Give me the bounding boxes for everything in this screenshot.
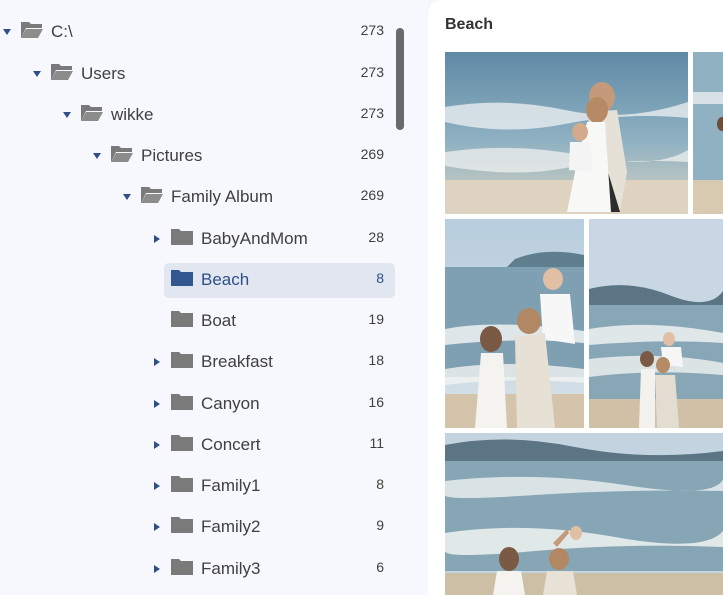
tree-item-label: Pictures bbox=[141, 146, 203, 165]
photo-thumbnail[interactable] bbox=[693, 52, 723, 214]
photo-thumbnail[interactable] bbox=[589, 219, 723, 428]
tree-item-label: wikke bbox=[111, 105, 154, 124]
tree-scrollbar-thumb[interactable] bbox=[396, 28, 404, 130]
gallery-pane: Beach bbox=[428, 0, 723, 595]
tree-item-label: Family1 bbox=[201, 476, 261, 495]
tree-item-boat[interactable]: Boat 19 bbox=[0, 303, 408, 339]
chevron-down-icon[interactable] bbox=[90, 138, 104, 174]
folder-icon bbox=[171, 559, 193, 575]
photo-thumbnail[interactable] bbox=[445, 52, 688, 214]
photo-thumbnail[interactable] bbox=[445, 219, 584, 428]
item-count: 18 bbox=[368, 352, 384, 368]
tree-item-breakfast[interactable]: Breakfast 18 bbox=[0, 344, 408, 380]
tree-item-family1[interactable]: Family1 8 bbox=[0, 468, 408, 504]
tree-item-family3[interactable]: Family3 6 bbox=[0, 551, 408, 587]
chevron-right-icon[interactable] bbox=[150, 221, 164, 257]
tree-item-label: Breakfast bbox=[201, 352, 273, 371]
tree-item-babyandmom[interactable]: BabyAndMom 28 bbox=[0, 221, 408, 257]
tree-item-label: Family Album bbox=[171, 187, 274, 206]
item-count: 9 bbox=[376, 517, 384, 533]
item-count: 28 bbox=[368, 229, 384, 245]
item-count: 273 bbox=[360, 22, 384, 38]
item-count: 16 bbox=[368, 394, 384, 410]
tree-item-label: Concert bbox=[201, 435, 261, 454]
tree-item-wikke[interactable]: wikke 273 bbox=[0, 97, 408, 133]
folder-tree: C:\ 273 Users 273 wikke 273 Pictures 269… bbox=[0, 0, 428, 595]
folder-open-icon bbox=[81, 105, 103, 121]
tree-item-family-album[interactable]: Family Album 269 bbox=[0, 179, 408, 215]
tree-item-label: BabyAndMom bbox=[201, 229, 308, 248]
item-count: 269 bbox=[360, 187, 384, 203]
tree-item-label: Family3 bbox=[201, 559, 261, 578]
item-count: 8 bbox=[376, 476, 384, 492]
tree-item-canyon[interactable]: Canyon 16 bbox=[0, 386, 408, 422]
item-count: 269 bbox=[360, 146, 384, 162]
folder-icon bbox=[171, 435, 193, 451]
tree-item-beach[interactable]: Beach 8 bbox=[0, 262, 408, 298]
folder-icon bbox=[171, 311, 193, 327]
tree-item-family2[interactable]: Family2 9 bbox=[0, 509, 408, 545]
folder-icon bbox=[171, 476, 193, 492]
chevron-down-icon[interactable] bbox=[60, 97, 74, 133]
tree-item-label: Users bbox=[81, 64, 126, 83]
item-count: 11 bbox=[369, 435, 384, 451]
tree-item-pictures[interactable]: Pictures 269 bbox=[0, 138, 408, 174]
folder-open-icon bbox=[21, 22, 43, 38]
gallery-title: Beach bbox=[445, 16, 494, 33]
tree-item-label: Family2 bbox=[201, 517, 261, 536]
photo-thumbnail[interactable] bbox=[445, 433, 723, 595]
folder-open-icon bbox=[141, 187, 163, 203]
folder-icon bbox=[171, 517, 193, 533]
chevron-right-icon[interactable] bbox=[150, 344, 164, 380]
chevron-right-icon[interactable] bbox=[150, 509, 164, 545]
tree-item-label: Beach bbox=[201, 270, 250, 289]
tree-item-c-drive[interactable]: C:\ 273 bbox=[0, 14, 408, 50]
item-count: 273 bbox=[360, 64, 384, 80]
chevron-right-icon[interactable] bbox=[150, 468, 164, 504]
chevron-right-icon[interactable] bbox=[150, 427, 164, 463]
chevron-down-icon[interactable] bbox=[30, 56, 44, 92]
folder-icon bbox=[171, 229, 193, 245]
chevron-down-icon[interactable] bbox=[0, 14, 14, 50]
folder-icon bbox=[171, 270, 193, 286]
item-count: 273 bbox=[360, 105, 384, 121]
tree-item-concert[interactable]: Concert 11 bbox=[0, 427, 408, 463]
tree-item-label: Boat bbox=[201, 311, 236, 330]
tree-item-users[interactable]: Users 273 bbox=[0, 56, 408, 92]
item-count: 6 bbox=[376, 559, 384, 575]
item-count: 8 bbox=[376, 270, 384, 286]
folder-open-icon bbox=[51, 64, 73, 80]
folder-icon bbox=[171, 352, 193, 368]
tree-item-label: C:\ bbox=[51, 22, 73, 41]
item-count: 19 bbox=[368, 311, 384, 327]
chevron-down-icon[interactable] bbox=[120, 179, 134, 215]
tree-item-label: Canyon bbox=[201, 394, 260, 413]
folder-icon bbox=[171, 394, 193, 410]
folder-open-icon bbox=[111, 146, 133, 162]
chevron-right-icon[interactable] bbox=[150, 386, 164, 422]
chevron-right-icon[interactable] bbox=[150, 551, 164, 587]
